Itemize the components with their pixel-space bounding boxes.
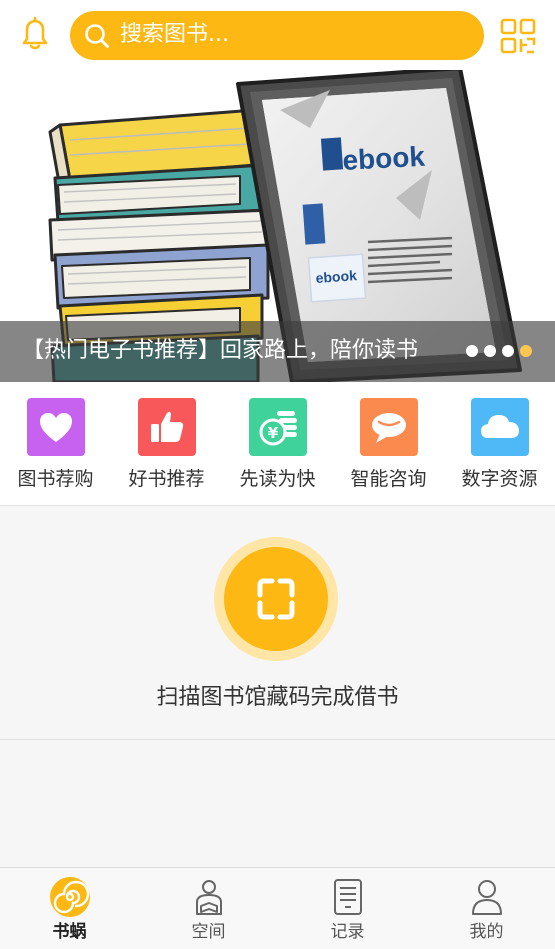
bell-icon[interactable] — [18, 16, 52, 52]
thumbs-up-icon — [138, 398, 196, 456]
banner-caption: 【热门电子书推荐】回家路上，陪你读书 — [22, 338, 419, 363]
tab-mine[interactable]: 我的 — [417, 868, 555, 949]
svg-text:ebook: ebook — [315, 267, 357, 286]
search-placeholder: 搜索图书... — [120, 22, 229, 47]
quick-link-read-first[interactable]: ¥ 先读为快 — [222, 382, 333, 506]
heart-icon — [27, 398, 85, 456]
carousel-dot[interactable] — [466, 345, 478, 357]
carousel-dot[interactable] — [484, 345, 496, 357]
quick-link-smart-consult[interactable]: 智能咨询 — [333, 382, 444, 506]
coins-icon: ¥ — [249, 398, 307, 456]
tab-records[interactable]: 记录 — [278, 868, 417, 949]
scan-label: 扫描图书馆藏码完成借书 — [156, 685, 399, 710]
search-input[interactable]: 搜索图书... — [70, 11, 484, 60]
quick-link-digital-resources[interactable]: 数字资源 — [444, 382, 555, 506]
quick-link-label: 数字资源 — [461, 468, 538, 490]
quick-links: 图书荐购 好书推荐 ¥ 先读为快 智能咨询 数字资源 — [0, 382, 555, 506]
ebook-logo: ebook — [342, 141, 426, 176]
quick-link-good-books[interactable]: 好书推荐 — [111, 382, 222, 506]
snail-logo-icon — [49, 876, 91, 918]
quick-link-label: 好书推荐 — [128, 468, 205, 490]
scan-icon — [224, 547, 328, 651]
tab-label: 记录 — [330, 922, 365, 942]
qr-scan-icon[interactable] — [500, 18, 536, 54]
carousel-dot[interactable] — [502, 345, 514, 357]
quick-link-label: 先读为快 — [239, 468, 316, 490]
bottom-tab-bar: 书蜗 空间 记录 我的 — [0, 867, 555, 949]
tab-space[interactable]: 空间 — [139, 868, 278, 949]
user-icon — [466, 876, 508, 918]
chat-icon — [360, 398, 418, 456]
search-icon — [85, 24, 109, 48]
tab-shuwo[interactable]: 书蜗 — [0, 868, 139, 949]
scan-button[interactable] — [214, 537, 338, 661]
tab-label: 空间 — [191, 922, 226, 942]
person-reading-icon — [188, 876, 230, 918]
tab-label: 我的 — [469, 922, 504, 942]
scan-section: 扫描图书馆藏码完成借书 — [0, 507, 555, 740]
svg-text:¥: ¥ — [268, 424, 279, 442]
quick-link-recommend-purchase[interactable]: 图书荐购 — [0, 382, 111, 506]
quick-link-label: 图书荐购 — [17, 468, 94, 490]
top-bar: 搜索图书... — [0, 0, 555, 72]
banner-carousel[interactable]: ebook ebook 【热门电子书推荐】回家路上，陪你读书 — [0, 70, 555, 382]
cloud-icon — [471, 398, 529, 456]
document-icon — [327, 876, 369, 918]
tab-label: 书蜗 — [52, 922, 87, 942]
carousel-dot-active[interactable] — [520, 345, 532, 357]
carousel-indicators — [466, 345, 532, 359]
banner-caption-bar: 【热门电子书推荐】回家路上，陪你读书 — [0, 321, 555, 382]
quick-link-label: 智能咨询 — [350, 468, 427, 490]
